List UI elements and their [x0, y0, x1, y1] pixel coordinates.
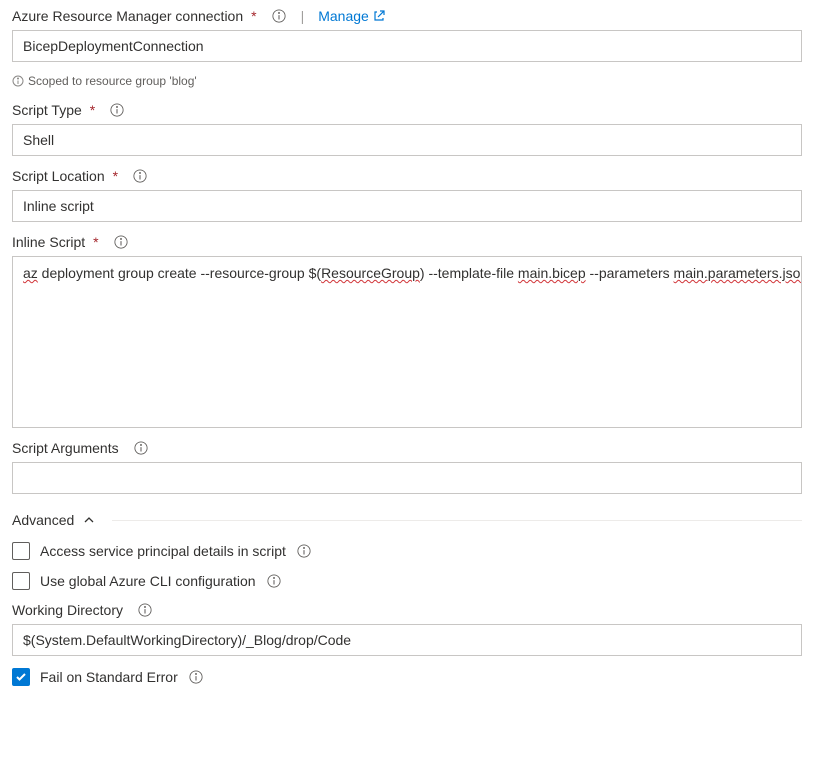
divider: | — [301, 8, 305, 24]
advanced-section-title: Advanced — [12, 512, 74, 528]
script-type-label-row: Script Type * — [12, 102, 802, 118]
script-token: --parameters — [586, 265, 674, 281]
manage-link[interactable]: Manage — [318, 8, 385, 24]
fail-on-error-row: Fail on Standard Error — [12, 668, 802, 686]
connection-label-row: Azure Resource Manager connection * | Ma… — [12, 8, 802, 24]
fail-on-error-label: Fail on Standard Error — [40, 669, 178, 685]
info-icon[interactable] — [137, 602, 153, 618]
script-token: az — [23, 265, 38, 281]
script-token: ResourceGroup — [321, 265, 420, 281]
script-type-input[interactable] — [12, 124, 802, 156]
fail-on-error-checkbox[interactable] — [12, 668, 30, 686]
required-asterisk: * — [251, 8, 256, 24]
access-principal-row: Access service principal details in scri… — [12, 542, 802, 560]
script-token: deployment group create --resource-group… — [38, 265, 321, 281]
script-arguments-label: Script Arguments — [12, 440, 119, 456]
inline-script-field-group: Inline Script * az deployment group crea… — [12, 234, 802, 428]
required-asterisk: * — [113, 168, 118, 184]
inline-script-textarea[interactable]: az deployment group create --resource-gr… — [12, 256, 802, 428]
info-icon[interactable] — [266, 573, 282, 589]
access-principal-label: Access service principal details in scri… — [40, 543, 286, 559]
info-icon[interactable] — [271, 8, 287, 24]
connection-input[interactable] — [12, 30, 802, 62]
global-cli-row: Use global Azure CLI configuration — [12, 572, 802, 590]
script-location-label: Script Location — [12, 168, 105, 184]
inline-script-label-row: Inline Script * — [12, 234, 802, 250]
script-arguments-label-row: Script Arguments — [12, 440, 802, 456]
scope-hint-text: Scoped to resource group 'blog' — [28, 74, 197, 88]
script-arguments-field-group: Script Arguments — [12, 440, 802, 494]
script-arguments-input[interactable] — [12, 462, 802, 494]
connection-label: Azure Resource Manager connection — [12, 8, 243, 24]
working-directory-field-group: Working Directory — [12, 602, 802, 656]
working-directory-label: Working Directory — [12, 602, 123, 618]
working-directory-label-row: Working Directory — [12, 602, 802, 618]
inline-script-label: Inline Script — [12, 234, 85, 250]
manage-link-label: Manage — [318, 8, 369, 24]
script-location-label-row: Script Location * — [12, 168, 802, 184]
info-icon[interactable] — [188, 669, 204, 685]
working-directory-input[interactable] — [12, 624, 802, 656]
global-cli-label: Use global Azure CLI configuration — [40, 573, 256, 589]
access-principal-checkbox[interactable] — [12, 542, 30, 560]
chevron-up-icon — [82, 513, 96, 527]
script-type-label: Script Type — [12, 102, 82, 118]
external-link-icon — [373, 10, 385, 22]
info-icon[interactable] — [132, 168, 148, 184]
script-token: main.parameters.json — [674, 265, 802, 281]
global-cli-checkbox[interactable] — [12, 572, 30, 590]
info-icon[interactable] — [113, 234, 129, 250]
required-asterisk: * — [90, 102, 95, 118]
required-asterisk: * — [93, 234, 98, 250]
connection-field-group: Azure Resource Manager connection * | Ma… — [12, 8, 802, 62]
section-divider-line — [112, 520, 802, 521]
advanced-section-header[interactable]: Advanced — [12, 512, 802, 528]
info-icon[interactable] — [133, 440, 149, 456]
script-location-field-group: Script Location * — [12, 168, 802, 222]
script-token: ) --template-file — [420, 265, 518, 281]
info-icon[interactable] — [109, 102, 125, 118]
script-type-field-group: Script Type * — [12, 102, 802, 156]
script-location-input[interactable] — [12, 190, 802, 222]
script-token: main.bicep — [518, 265, 586, 281]
info-icon[interactable] — [296, 543, 312, 559]
scope-hint: Scoped to resource group 'blog' — [12, 74, 802, 88]
